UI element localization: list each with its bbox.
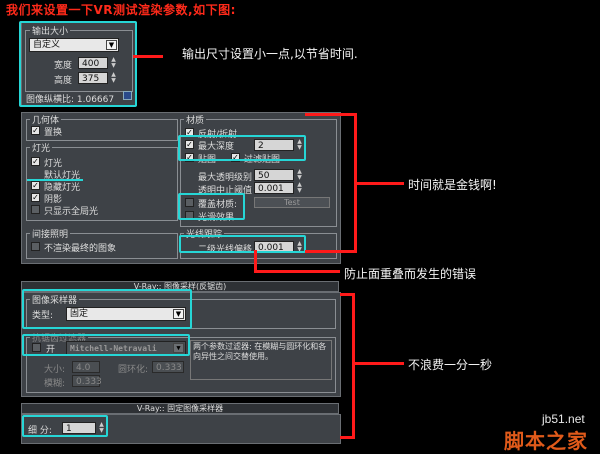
waste-note: 不浪费一分一秒	[408, 358, 493, 372]
ringing-label: 圆环化:	[118, 365, 149, 375]
displacement-label: 置换	[44, 128, 63, 138]
sampler-bracket-vertical	[352, 293, 355, 439]
lights-checkbox[interactable]: ✓	[31, 157, 40, 166]
override-glossy-highlight	[178, 193, 245, 220]
max-transp-label: 最大透明级别	[198, 173, 253, 183]
transp-cutoff-spinner[interactable]: ▲ ▼	[296, 182, 303, 194]
bracket-top	[305, 113, 357, 116]
show-gi-only-checkbox[interactable]	[31, 205, 40, 214]
aa-filter-description: 两个参数过滤器: 在模糊与圆环化和各向异性之间交替使用。	[190, 340, 332, 380]
indirect-title: 间接照明	[30, 227, 71, 240]
sampler-bracket-bottom	[340, 436, 354, 439]
show-gi-only-label: 只显示全局光	[44, 207, 99, 217]
transp-cutoff-input[interactable]: 0.001	[254, 182, 294, 194]
time-note: 时间就是金钱啊!	[408, 178, 497, 192]
override-mtl-button[interactable]: Test	[254, 197, 330, 208]
sampler-type-highlight	[22, 289, 192, 329]
watermark-site: jb51.net	[542, 412, 585, 426]
shadows-checkbox[interactable]: ✓	[31, 193, 40, 202]
max-transp-spinner[interactable]: ▲ ▼	[296, 169, 303, 181]
output-size-highlight	[19, 21, 137, 107]
secondary-bias-highlight	[179, 235, 306, 253]
max-transp-input[interactable]: 50	[254, 169, 294, 181]
page-title: 我们来设置一下VR测试渲染参数,如下图:	[6, 3, 236, 17]
prevent-note-arrow-v	[254, 250, 257, 272]
fixed-sampler-rollout-header[interactable]: V-Ray:: 固定图像采样器	[21, 403, 339, 414]
bracket-bottom	[305, 250, 357, 253]
default-lights-underline	[27, 179, 83, 181]
dont-render-final-label: 不渲染最终的图象	[44, 244, 117, 254]
displacement-checkbox[interactable]: ✓	[31, 126, 40, 135]
prevent-note-arrow-h	[254, 270, 340, 273]
max-depth-highlight	[178, 135, 306, 161]
hidden-lights-checkbox[interactable]: ✓	[31, 181, 40, 190]
subdivs-highlight	[22, 415, 108, 437]
ringing-input[interactable]: 0.333	[152, 361, 184, 373]
time-note-arrow	[356, 182, 404, 185]
waste-note-arrow	[354, 362, 404, 365]
size-label: 大小:	[44, 365, 66, 375]
size-input[interactable]: 4.0	[72, 361, 100, 373]
output-note: 输出尺寸设置小一点,以节省时间.	[182, 47, 358, 61]
output-note-arrow	[133, 55, 163, 58]
materials-title: 材质	[184, 113, 207, 126]
blur-label: 模糊:	[44, 379, 66, 389]
dont-render-final-checkbox[interactable]	[31, 242, 40, 251]
prevent-note: 防止面重叠而发生的错误	[344, 267, 477, 281]
lighting-title: 灯光	[30, 141, 53, 154]
blur-input[interactable]: 0.333	[72, 375, 102, 387]
aa-filter-highlight	[22, 334, 190, 356]
